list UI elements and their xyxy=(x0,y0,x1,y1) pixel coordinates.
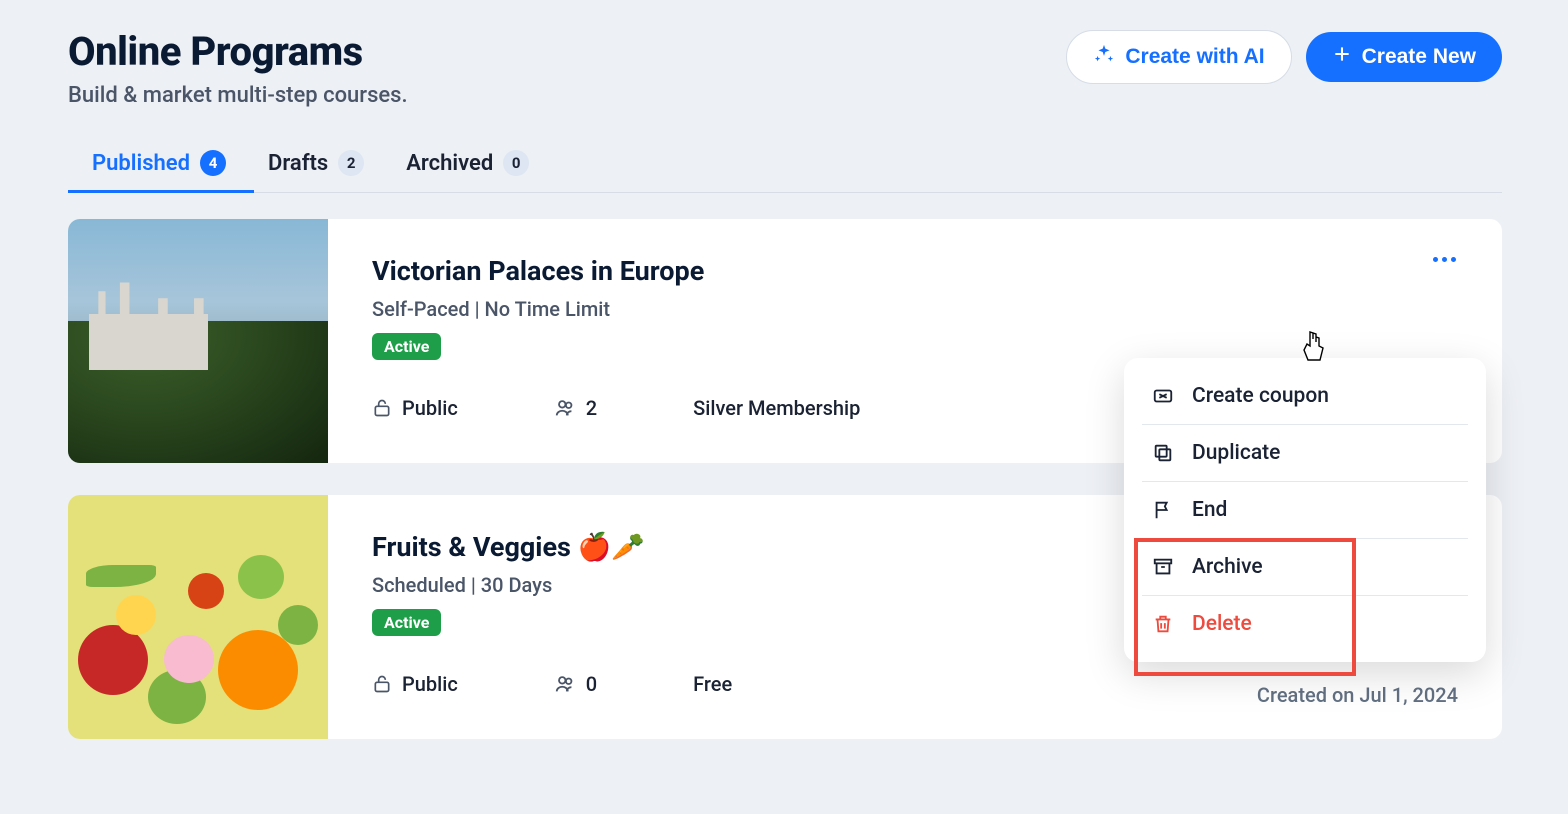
plan-meta: Free xyxy=(693,672,732,696)
visibility-meta: Public xyxy=(372,672,458,696)
flag-icon xyxy=(1152,499,1174,521)
menu-label: Create coupon xyxy=(1192,384,1329,408)
menu-create-coupon[interactable]: Create coupon xyxy=(1142,368,1468,425)
sparkle-icon xyxy=(1093,43,1115,71)
trash-icon xyxy=(1152,613,1174,635)
members-count: 2 xyxy=(586,396,597,420)
page-header: Online Programs Build & market multi-ste… xyxy=(68,28,1502,108)
menu-label: Delete xyxy=(1192,612,1252,636)
menu-archive[interactable]: Archive xyxy=(1142,539,1468,596)
plus-icon xyxy=(1332,44,1352,70)
plan-meta: Silver Membership xyxy=(693,396,860,420)
visibility-label: Public xyxy=(402,396,458,420)
create-new-button[interactable]: Create New xyxy=(1306,32,1502,82)
plan-label: Silver Membership xyxy=(693,396,860,420)
tabs: Published 4 Drafts 2 Archived 0 xyxy=(68,150,1502,193)
actions-menu: Create coupon Duplicate End Archive Dele… xyxy=(1124,358,1486,662)
members-meta: 0 xyxy=(554,672,597,696)
people-icon xyxy=(554,397,576,419)
program-thumbnail xyxy=(68,495,328,739)
tab-label: Published xyxy=(92,151,190,176)
status-badge: Active xyxy=(372,609,441,636)
create-with-ai-label: Create with AI xyxy=(1125,45,1264,69)
menu-label: End xyxy=(1192,498,1227,522)
tab-drafts[interactable]: Drafts 2 xyxy=(268,150,364,192)
people-icon xyxy=(554,673,576,695)
page-title: Online Programs xyxy=(68,28,408,75)
tab-published[interactable]: Published 4 xyxy=(92,150,226,192)
program-subtitle: Self-Paced | No Time Limit xyxy=(372,297,1458,321)
create-with-ai-button[interactable]: Create with AI xyxy=(1066,30,1291,84)
page-subtitle: Build & market multi-step courses. xyxy=(68,83,408,108)
created-label: Created on Jul 1, 2024 xyxy=(1257,683,1458,707)
menu-duplicate[interactable]: Duplicate xyxy=(1142,425,1468,482)
status-badge: Active xyxy=(372,333,441,360)
visibility-meta: Public xyxy=(372,396,458,420)
duplicate-icon xyxy=(1152,442,1174,464)
tab-count-badge: 0 xyxy=(503,150,529,176)
archive-icon xyxy=(1152,556,1174,578)
menu-end[interactable]: End xyxy=(1142,482,1468,539)
create-new-label: Create New xyxy=(1362,45,1476,69)
tab-count-badge: 4 xyxy=(200,150,226,176)
plan-label: Free xyxy=(693,672,732,696)
members-meta: 2 xyxy=(554,396,597,420)
tab-count-badge: 2 xyxy=(338,150,364,176)
menu-label: Archive xyxy=(1192,555,1263,579)
members-count: 0 xyxy=(586,672,597,696)
visibility-label: Public xyxy=(402,672,458,696)
more-actions-button[interactable] xyxy=(1433,257,1456,262)
coupon-icon xyxy=(1152,385,1174,407)
dots-icon xyxy=(1433,257,1456,262)
tab-archived[interactable]: Archived 0 xyxy=(406,150,529,192)
program-title: Victorian Palaces in Europe xyxy=(372,255,1458,287)
program-thumbnail xyxy=(68,219,328,463)
cursor-pointer-icon xyxy=(1300,330,1330,372)
unlock-icon xyxy=(372,398,392,418)
unlock-icon xyxy=(372,674,392,694)
tab-label: Archived xyxy=(406,151,493,176)
menu-delete[interactable]: Delete xyxy=(1142,596,1468,652)
menu-label: Duplicate xyxy=(1192,441,1280,465)
tab-label: Drafts xyxy=(268,151,328,176)
